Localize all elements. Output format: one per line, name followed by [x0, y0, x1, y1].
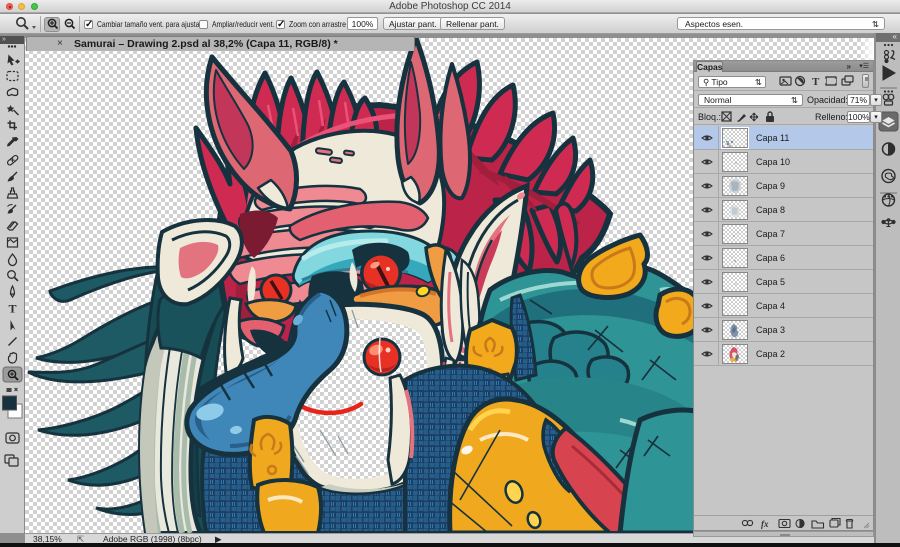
svg-text:T: T	[812, 76, 820, 88]
svg-text:fx: fx	[761, 519, 769, 529]
svg-text:T: T	[9, 302, 17, 316]
